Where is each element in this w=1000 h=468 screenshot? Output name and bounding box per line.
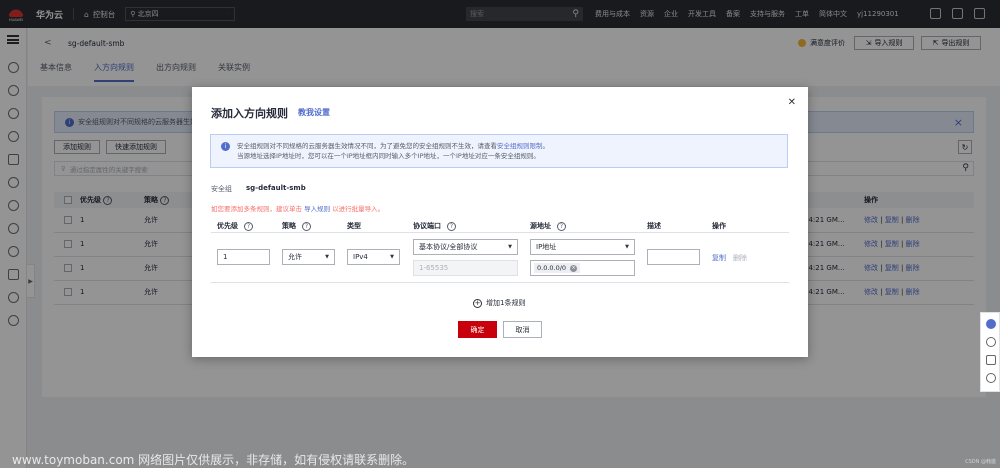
- help-icon[interactable]: ?: [447, 221, 456, 231]
- smile-icon[interactable]: [986, 373, 996, 383]
- ip-tag-value: 0.0.0.0/0: [537, 264, 567, 272]
- tip-text-end: 以进行批量导入。: [332, 205, 385, 213]
- close-icon[interactable]: ×: [570, 264, 578, 272]
- assistant-icon[interactable]: [986, 319, 996, 329]
- add-inbound-rule-dialog: 添加入方向规则 教我设置 ✕ i 安全组规则对不同规格的云服务器生效情况不同，为…: [192, 87, 808, 357]
- source-type-select[interactable]: IP地址 ▼: [530, 239, 635, 255]
- header-protocol-port: 协议端口?: [413, 221, 456, 231]
- header-policy: 策略?: [282, 221, 311, 231]
- help-icon[interactable]: ?: [244, 221, 253, 231]
- confirm-button[interactable]: 确定: [458, 321, 497, 338]
- info-line-2: 当源地址选择IP地址时，您可以在一个IP地址框内同时输入多个IP地址，一个IP地…: [237, 152, 540, 160]
- close-icon[interactable]: ✕: [788, 97, 796, 108]
- watermark: www.toymoban.com 网络图片仅供展示，非存储，如有侵权请联系删除。: [12, 453, 415, 467]
- policy-value: 允许: [288, 253, 302, 261]
- ip-tag: 0.0.0.0/0 ×: [534, 263, 581, 273]
- type-select[interactable]: IPv4 ▼: [347, 249, 400, 265]
- rule-table-header: 优先级? 策略? 类型 协议端口? 源地址? 描述 操作: [211, 219, 789, 233]
- port-placeholder: 1-65535: [419, 264, 449, 272]
- info-icon: i: [221, 142, 230, 151]
- security-group-value: sg-default-smb: [246, 184, 306, 192]
- security-group-label: 安全组: [211, 185, 232, 193]
- priority-value: 1: [223, 253, 228, 261]
- description-input[interactable]: [647, 249, 700, 265]
- add-rule-label: 增加1条规则: [486, 299, 526, 307]
- info-text-end: 。: [542, 142, 550, 150]
- rule-limits-link[interactable]: 安全组规则限制: [497, 142, 543, 150]
- floating-toolbar: [980, 312, 1000, 392]
- header-description-label: 描述: [647, 222, 661, 230]
- cancel-button[interactable]: 取消: [503, 321, 542, 338]
- header-type-label: 类型: [347, 222, 361, 230]
- csdn-credit: CSDN @韩盛: [965, 459, 996, 465]
- header-description: 描述: [647, 221, 661, 231]
- header-policy-label: 策略: [282, 222, 296, 230]
- protocol-select[interactable]: 基本协议/全部协议 ▼: [413, 239, 518, 255]
- policy-select[interactable]: 允许 ▼: [282, 249, 335, 265]
- feedback-icon[interactable]: [986, 355, 996, 365]
- header-protocol-label: 协议端口: [413, 222, 441, 230]
- info-line-1: 安全组规则对不同规格的云服务器生效情况不同，为了避免您的安全组规则不生效，请查看…: [237, 141, 787, 151]
- help-icon[interactable]: ?: [302, 221, 311, 231]
- priority-input[interactable]: 1: [217, 249, 270, 265]
- plus-icon: +: [473, 298, 482, 308]
- rule-row: 1 允许 ▼ IPv4 ▼ 基本协议/全部协议 ▼ 1-65535 IP地址 ▼ 0.0…: [211, 237, 789, 283]
- port-input: 1-65535: [413, 260, 518, 276]
- add-one-rule-button[interactable]: + 增加1条规则: [473, 298, 525, 308]
- chevron-down-icon: ▼: [325, 254, 329, 260]
- header-source: 源地址?: [530, 221, 566, 231]
- header-priority: 优先级?: [217, 221, 253, 231]
- header-priority-label: 优先级: [217, 222, 238, 230]
- info-text: 安全组规则对不同规格的云服务器生效情况不同，为了避免您的安全组规则不生效，请查看: [237, 142, 497, 150]
- chevron-down-icon: ▼: [625, 244, 629, 250]
- header-type: 类型: [347, 221, 361, 231]
- protocol-value: 基本协议/全部协议: [419, 243, 478, 251]
- header-actions: 操作: [712, 221, 726, 231]
- source-type-value: IP地址: [536, 243, 557, 251]
- header-source-label: 源地址: [530, 222, 551, 230]
- chevron-down-icon: ▼: [390, 254, 394, 260]
- copy-rule-link[interactable]: 复制: [712, 253, 726, 263]
- help-icon[interactable]: ?: [557, 221, 566, 231]
- source-ip-input[interactable]: 0.0.0.0/0 ×: [530, 260, 635, 276]
- tutorial-link[interactable]: 教我设置: [298, 107, 330, 118]
- dialog-title: 添加入方向规则: [211, 107, 288, 120]
- dialog-info-banner: i 安全组规则对不同规格的云服务器生效情况不同，为了避免您的安全组规则不生效，请…: [210, 134, 788, 168]
- bulk-import-tip: 如您要添加多条规则，建议单击 导入规则 以进行批量导入。: [211, 203, 384, 213]
- help-icon[interactable]: [986, 337, 996, 347]
- delete-rule-link: 删除: [733, 254, 747, 262]
- header-actions-label: 操作: [712, 222, 726, 230]
- chevron-down-icon: ▼: [508, 244, 512, 250]
- tip-text: 如您要添加多条规则，建议单击: [211, 205, 302, 213]
- import-rules-link[interactable]: 导入规则: [304, 205, 330, 213]
- security-group-row: 安全组 sg-default-smb: [211, 184, 306, 194]
- type-value: IPv4: [353, 253, 368, 261]
